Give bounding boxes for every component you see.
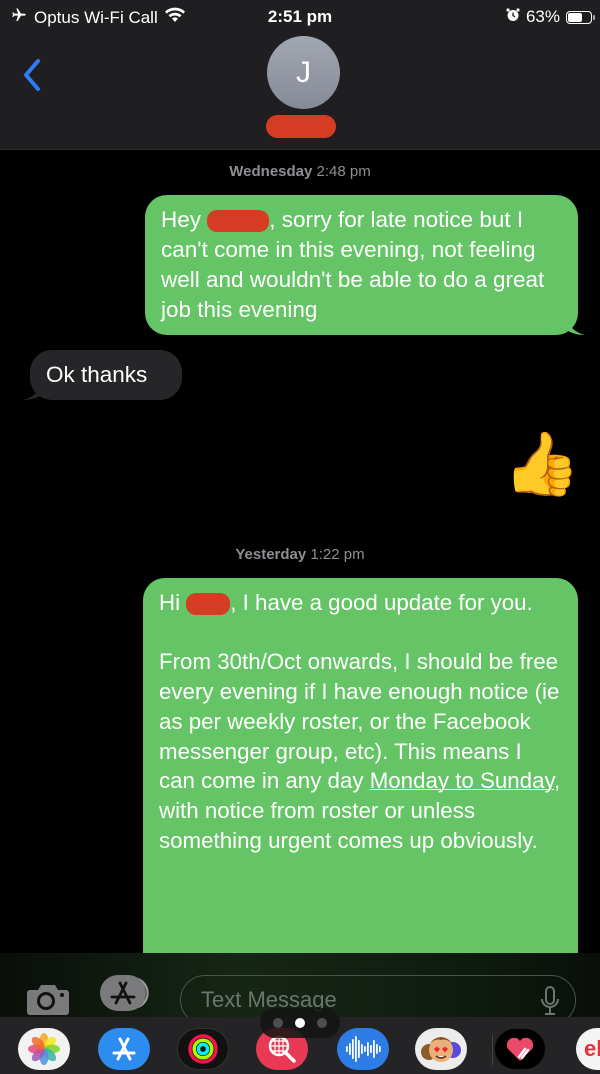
app-memoji[interactable] bbox=[415, 1028, 467, 1070]
heart-touch-icon bbox=[506, 1037, 534, 1061]
app-store-button[interactable] bbox=[100, 975, 156, 1011]
sent-message-bubble[interactable]: Hi , I have a good update for you. From … bbox=[143, 578, 578, 968]
message-text: Ok thanks bbox=[46, 362, 148, 387]
name-redaction bbox=[207, 210, 270, 233]
battery-fill bbox=[568, 12, 582, 22]
camera-icon bbox=[27, 985, 69, 1015]
battery-icon bbox=[566, 10, 595, 24]
dictation-button[interactable] bbox=[540, 986, 560, 1016]
app-store-icon bbox=[112, 1037, 136, 1061]
timestamp-divider: Yesterday 1:22 pm bbox=[0, 546, 600, 563]
timestamp-day: Wednesday bbox=[229, 163, 313, 180]
received-message-bubble[interactable]: Ok thanks bbox=[23, 350, 182, 400]
sent-message-bubble[interactable]: Hey , sorry for late notice but I can't … bbox=[145, 195, 585, 335]
audio-waveform-icon bbox=[346, 1036, 381, 1062]
app-store-icon bbox=[100, 975, 149, 1011]
battery-percent: 63% bbox=[525, 7, 560, 26]
bubble-tail bbox=[565, 315, 585, 335]
waveform-bar bbox=[379, 1046, 381, 1052]
message-text: Hi bbox=[159, 590, 181, 615]
waveform-bar bbox=[370, 1045, 372, 1053]
chevron-left-icon bbox=[24, 59, 40, 91]
timestamp-time: 1:22 pm bbox=[310, 546, 365, 563]
avatar-initial: J bbox=[296, 55, 311, 89]
status-bar: Optus Wi-Fi Call 2:51 pm 63% bbox=[0, 0, 600, 36]
name-redaction bbox=[186, 593, 231, 616]
memoji-icon bbox=[421, 1037, 461, 1062]
waveform-bar bbox=[367, 1042, 369, 1056]
message-text: Hey bbox=[161, 207, 202, 232]
thumbs-up-emoji-message[interactable]: 👍 bbox=[503, 430, 580, 500]
page-dot[interactable] bbox=[273, 1018, 283, 1028]
photos-icon bbox=[28, 1033, 60, 1065]
waveform-bar bbox=[352, 1039, 354, 1059]
waveform-bar bbox=[373, 1040, 375, 1058]
waveform-bar bbox=[346, 1046, 348, 1052]
page-dot-active[interactable] bbox=[295, 1018, 305, 1028]
microphone-icon bbox=[541, 986, 559, 1015]
thumbs-up-icon: 👍 bbox=[503, 430, 581, 499]
conversation-header: Optus Wi-Fi Call 2:51 pm 63% J bbox=[0, 0, 600, 150]
date-link[interactable]: Monday to Sunday bbox=[370, 768, 554, 793]
app-activity[interactable] bbox=[177, 1028, 229, 1070]
activity-rings-icon bbox=[188, 1034, 218, 1064]
timestamp-time: 2:48 pm bbox=[316, 163, 371, 180]
app-page-indicator[interactable] bbox=[260, 1008, 340, 1038]
app-digital-touch[interactable] bbox=[494, 1028, 546, 1070]
camera-button[interactable] bbox=[26, 982, 70, 1016]
timestamp-day: Yesterday bbox=[235, 546, 307, 563]
timestamp-divider: Wednesday 2:48 pm bbox=[0, 163, 600, 180]
page-dot[interactable] bbox=[317, 1018, 327, 1028]
drawer-divider bbox=[492, 1035, 493, 1065]
ebay-icon: el bbox=[584, 1036, 600, 1061]
back-button[interactable] bbox=[18, 55, 48, 95]
alarm-icon bbox=[506, 7, 520, 27]
app-photos[interactable] bbox=[18, 1028, 70, 1070]
waveform-bar bbox=[355, 1036, 357, 1062]
waveform-bar bbox=[358, 1040, 360, 1058]
contact-name-redacted[interactable] bbox=[266, 115, 336, 138]
message-text-continued: , I have a good update for you. bbox=[230, 590, 533, 615]
bubble-tail bbox=[23, 380, 43, 400]
app-app-store[interactable] bbox=[98, 1028, 150, 1070]
waveform-bar bbox=[349, 1043, 351, 1055]
waveform-bar bbox=[361, 1044, 363, 1054]
waveform-bar bbox=[364, 1046, 366, 1052]
app-audio[interactable] bbox=[337, 1028, 389, 1070]
waveform-bar bbox=[376, 1044, 378, 1054]
contact-avatar[interactable]: J bbox=[267, 36, 340, 109]
